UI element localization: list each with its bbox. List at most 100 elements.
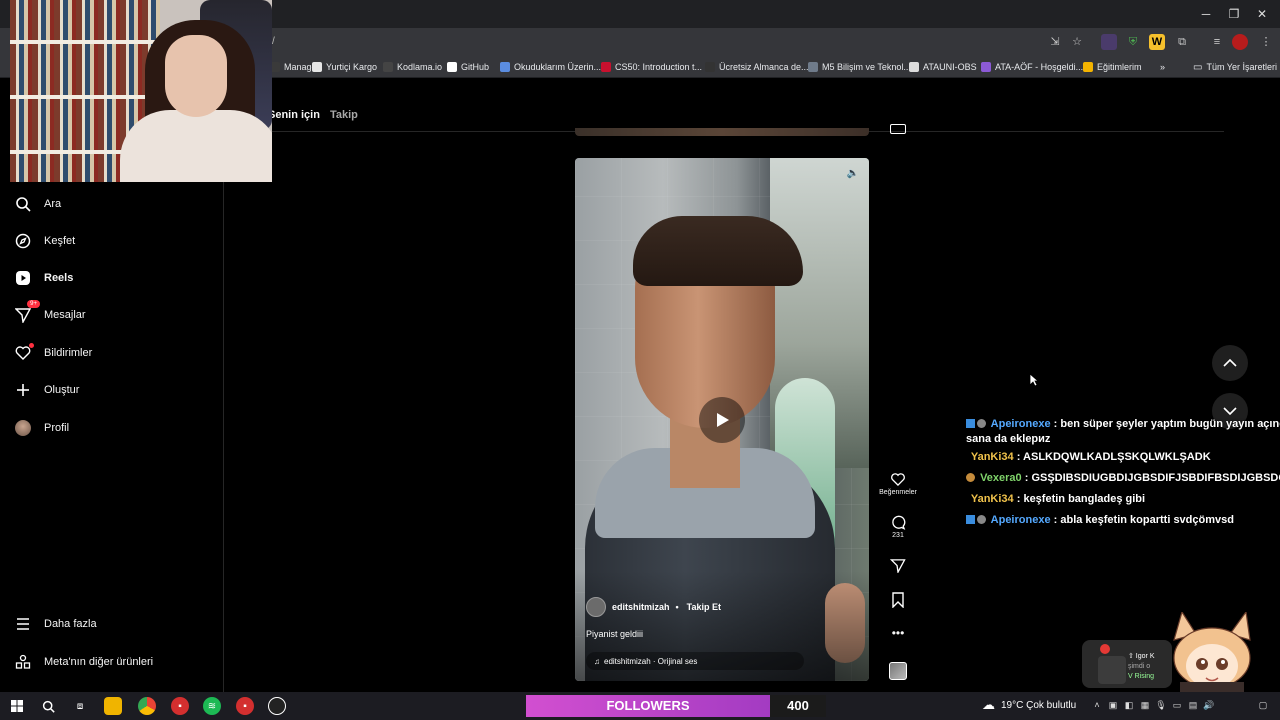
like-button[interactable]: Beğenmeler [876,472,920,496]
bookmark-item[interactable]: CS50: Introduction t... [601,59,702,75]
bookmark-item[interactable]: Ücretsiz Almanca de... [705,59,809,75]
microphone-icon[interactable]: 🎙 [1155,699,1167,711]
puzzle-icon[interactable]: ⧉ [1174,34,1190,50]
followers-count: 400 [770,695,826,717]
address-bar[interactable]: / [272,36,275,47]
close-window-button[interactable]: ✕ [1252,5,1272,23]
meta-products-label: Meta'nın diğer ürünleri [44,656,154,668]
weather-label: 19°C Çok bulutlu [1001,699,1077,711]
reel-audio[interactable]: ♫ editshitmizah · Orijinal ses [586,652,804,670]
more-button[interactable]: Daha fazla [14,612,97,636]
obs-icon[interactable] [268,697,286,715]
more-bookmarks-button[interactable]: » [1160,59,1165,75]
volume-icon[interactable]: 🔊 [1203,699,1215,711]
sidebar-item-label: Ara [44,198,62,210]
chat-badge-icon [977,515,986,524]
comment-count: 231 [892,532,904,539]
audio-thumbnail[interactable] [889,662,907,680]
bookmark-item[interactable]: ATA-AÖF - Hoşgeldi... [981,59,1083,75]
author-avatar[interactable] [586,597,606,617]
tray-icon[interactable]: ▣ [1107,699,1119,711]
extension-icon[interactable] [1101,34,1117,50]
all-bookmarks-button[interactable]: ▭ Tüm Yer İşaretleri [1193,59,1277,75]
save-button[interactable] [876,592,920,608]
volume-icon[interactable]: 🔈 [845,166,861,182]
share-icon [890,559,906,573]
sidebar-item-profile[interactable]: Profil [14,416,69,440]
chrome-icon[interactable] [138,697,156,715]
search-icon[interactable] [39,697,57,715]
shield-icon[interactable]: ⛨ [1125,34,1141,50]
bookmark-label: Yurtiçi Kargo [326,62,378,72]
sidebar-item-create[interactable]: Oluştur [14,378,79,402]
bookmark-label: CS50: Introduction t... [615,62,703,72]
profile-avatar[interactable] [1232,34,1248,50]
sidebar-item-reels[interactable]: Reels [14,266,73,290]
sidebar-item-explore[interactable]: Keşfet [14,229,75,253]
bookmark-favicon-icon [383,62,393,72]
chevron-up-icon[interactable]: ˄ [1091,699,1103,711]
chat-text: sana da eklериz [966,433,1051,445]
bookmark-item[interactable]: Okuduklarım Üzerin... [500,59,601,75]
hamburger-icon [14,615,32,633]
bookmark-icon [892,592,904,608]
start-icon[interactable] [8,697,26,715]
chat-message: Vexera0 : GSŞDIBSDIUGBDIJGBSDIFJSBDIFBSD… [966,468,1280,489]
ellipsis-icon: ••• [891,626,905,640]
star-icon[interactable]: ☆ [1069,34,1085,50]
more-options-button[interactable]: ••• [876,626,920,640]
bookmark-item[interactable]: GitHub [447,59,489,75]
maximize-button[interactable]: ❐ [1224,5,1244,23]
file-explorer-icon[interactable] [104,697,122,715]
notifications-icon[interactable]: ▢ [1257,699,1269,711]
music-note-icon: ♫ [594,656,600,666]
reels-icon [14,269,32,287]
weather-widget[interactable]: ☁ 19°C Çok bulutlu [982,697,1076,713]
chat-text: : abla keşfetin kopartti svdçömvsd [1050,514,1234,526]
tray-icon[interactable]: ◧ [1123,699,1135,711]
meta-products-button[interactable]: Meta'nın diğer ürünleri [14,650,153,674]
reel-caption: Piyanist geldiii [586,629,644,639]
minimize-button[interactable]: ─ [1196,5,1216,23]
tab-for-you[interactable]: Senin için [268,109,320,121]
bookmark-favicon-icon [447,62,457,72]
tray-icon[interactable]: ▭ [1171,699,1183,711]
webcam-overlay [10,0,272,182]
previous-reel-button[interactable] [1212,345,1248,381]
task-view-icon[interactable]: ⧈ [71,697,89,715]
app-red-2-icon[interactable]: ▪ [236,697,254,715]
bookmark-item[interactable]: M5 Bilişim ve Teknol... [808,59,911,75]
bookmark-label: Eğitimlerim [1097,62,1142,72]
network-icon[interactable]: ▤ [1187,699,1199,711]
share-button[interactable] [876,558,920,573]
sidebar-item-notifications[interactable]: Bildirimler [14,341,92,365]
media-icon[interactable]: ≡ [1209,34,1225,50]
bookmark-item[interactable]: Kodlama.io [383,59,442,75]
sidebar-item-messages[interactable]: 9+ Mesajlar [14,300,86,327]
folder-icon: ▭ [1193,61,1203,73]
author-username[interactable]: editshitmizah [612,602,670,612]
bookmark-favicon-icon [705,62,715,72]
bookmark-item[interactable]: Yurtiçi Kargo [312,59,377,75]
alert-line: V Rising [1128,673,1155,680]
app-red-icon[interactable]: ▪ [171,697,189,715]
bookmark-label: Ücretsiz Almanca de... [719,62,809,72]
plus-icon [14,381,32,399]
play-button[interactable] [699,397,745,443]
stream-chat: Apeironexe : ben süper şeyler yaptım bug… [966,414,1280,531]
bookmark-item[interactable]: Eğitimlerim [1083,59,1142,75]
chevron-up-icon [1223,358,1237,367]
bookmark-item[interactable]: ATAUNI-OBS [909,59,977,75]
bookmark-label: Kodlama.io [397,62,443,72]
comment-button[interactable]: 231 [876,515,920,539]
extension-w-icon[interactable]: W [1149,34,1165,50]
menu-icon[interactable]: ⋮ [1258,34,1274,50]
sidebar-item-search[interactable]: Ara [14,192,61,216]
mouse-cursor [1029,373,1040,392]
spotify-icon[interactable]: ≋ [203,697,221,715]
bookmark-favicon-icon [981,62,991,72]
tab-following[interactable]: Takip [330,109,358,121]
tray-icon[interactable]: ▦ [1139,699,1151,711]
follow-button[interactable]: Takip Et [687,602,721,612]
install-icon[interactable]: ⇲ [1047,34,1063,50]
